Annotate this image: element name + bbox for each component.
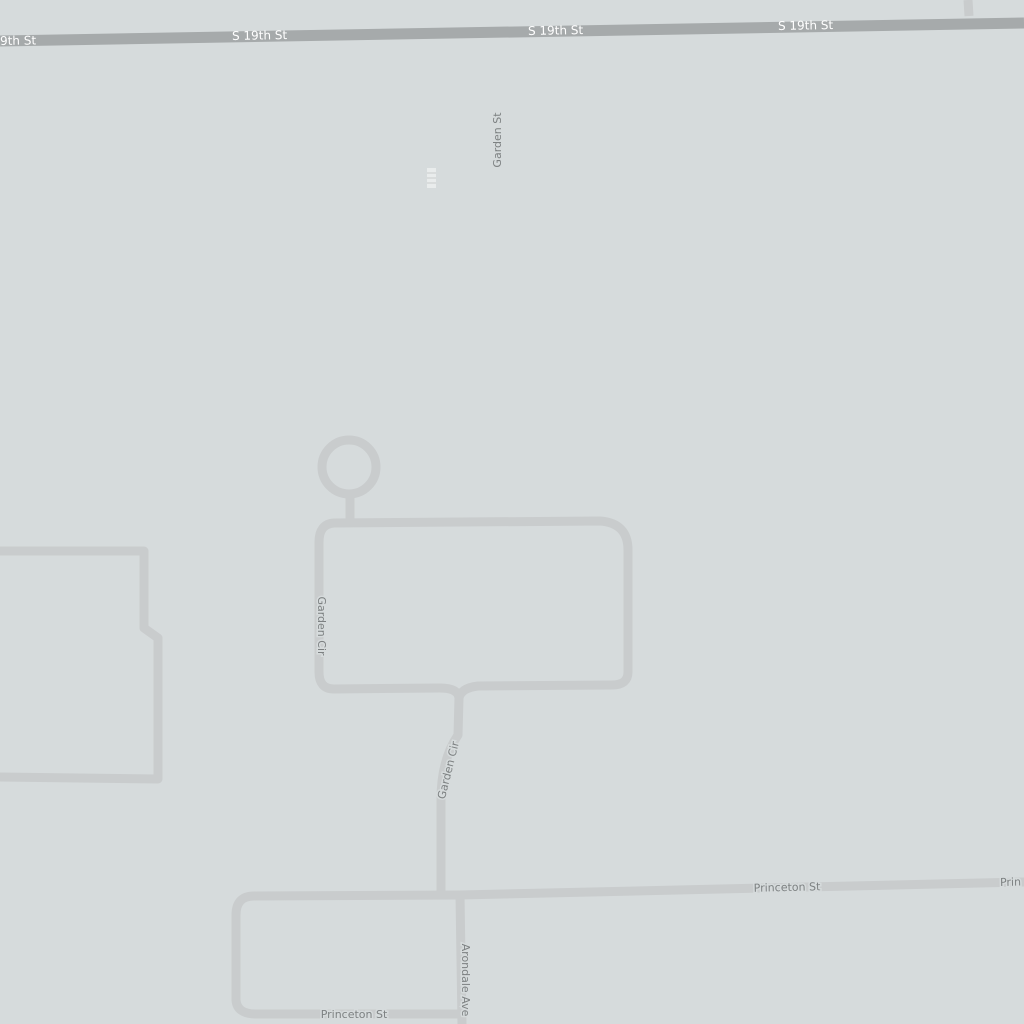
street-label-s19th-3: S 19th St [778, 18, 834, 33]
street-label-princeton-east: Princeton St [754, 880, 822, 895]
street-label-princeton-south: Princeton St [321, 1008, 388, 1021]
street-label-garden-st: Garden St [491, 112, 504, 168]
street-label-s19th-2: S 19th St [528, 23, 584, 38]
street-label-garden-cir-west: Garden Cir [315, 596, 328, 656]
street-label-arondale-ave: Arondale Ave [459, 944, 472, 1017]
road-north-stub[interactable] [963, 0, 974, 17]
street-label-princeton-edge: Prin [1000, 876, 1021, 889]
footbridge-marker [427, 168, 436, 188]
street-label-s19th-left: 9th St [0, 33, 36, 48]
map-background [0, 0, 1024, 1024]
street-label-s19th-1: S 19th St [232, 28, 288, 43]
map-canvas[interactable]: 9th St S 19th St S 19th St S 19th St Gar… [0, 0, 1024, 1024]
